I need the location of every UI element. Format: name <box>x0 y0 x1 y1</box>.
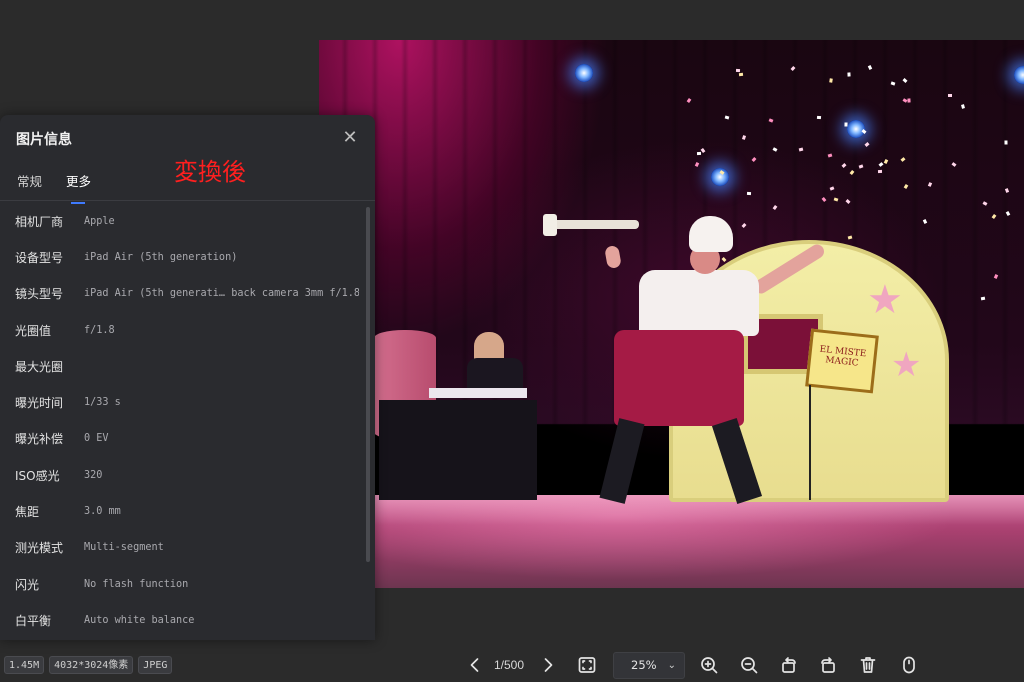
exif-key: 设备型号 <box>15 250 64 265</box>
rotate-right-icon <box>821 657 835 673</box>
confetti-piece <box>1004 140 1008 145</box>
exif-key: 光圈值 <box>15 323 52 338</box>
list-item: 光圈值 f/1.8 <box>0 312 365 348</box>
decorative-star: ★ <box>867 277 903 323</box>
exif-value: 1/33 s <box>84 397 121 409</box>
confetti-piece <box>844 122 848 127</box>
exif-key: 相机厂商 <box>15 214 64 229</box>
fit-screen-button[interactable] <box>574 652 600 678</box>
stage-floor <box>319 495 1024 588</box>
mouse-icon <box>903 656 915 674</box>
panel-title: 图片信息 <box>16 132 72 148</box>
list-item: 曝光时间 1/33 s <box>0 384 365 420</box>
tab-divider <box>0 200 375 201</box>
exif-value: 3.0 mm <box>84 506 121 518</box>
exif-value: iPad Air (5th generation) <box>84 251 238 263</box>
stage-keyboard <box>429 388 527 398</box>
list-item: 设备型号 iPad Air (5th generation) <box>0 239 365 275</box>
rotate-right-button[interactable] <box>815 652 841 678</box>
rotate-left-button[interactable] <box>776 652 802 678</box>
exif-key: 最大光圈 <box>15 359 64 374</box>
list-item: 白平衡 Auto white balance <box>0 602 365 638</box>
exif-value: 320 <box>84 469 103 481</box>
confetti-piece <box>878 170 883 174</box>
exif-value: No flash function <box>84 578 189 590</box>
stage-spotlight <box>575 64 593 82</box>
performer-shirt <box>639 270 759 336</box>
panel-scrollbar[interactable] <box>366 207 370 562</box>
list-item: 测光模式 Multi-segment <box>0 530 365 566</box>
decorative-star: ★ <box>891 345 922 385</box>
fit-screen-icon <box>578 657 596 673</box>
list-item: 最大光圈 <box>0 348 365 384</box>
zoom-level: 25% <box>631 658 657 672</box>
previous-button[interactable] <box>462 652 488 678</box>
stage-sign: EL MISTE MAGIC <box>805 328 879 394</box>
delete-icon <box>860 657 876 673</box>
confetti-piece <box>798 147 803 151</box>
zoom-select[interactable]: 25% ⌄ <box>613 652 685 679</box>
confetti-piece <box>738 72 744 76</box>
exif-key: 闪光 <box>15 577 40 592</box>
image-info-panel: 图片信息 ✕ 変換後 常规 更多 相机厂商 Apple 设备型号 iPad Air … <box>0 115 375 640</box>
exif-key: 曝光补偿 <box>15 432 64 447</box>
delete-button[interactable] <box>855 652 881 678</box>
chevron-left-icon <box>470 658 479 672</box>
exif-value: Auto white balance <box>84 614 195 626</box>
performer-apron <box>614 330 744 426</box>
file-status-bar: 1.45M 4032*3024像素 JPEG <box>4 656 173 674</box>
list-item: 相机厂商 Apple <box>0 203 365 239</box>
chevron-down-icon: ⌄ <box>667 660 676 671</box>
piano-table <box>379 400 537 500</box>
chevron-right-icon <box>544 658 553 672</box>
exif-value: iPad Air (5th generati… back camera 3mm … <box>84 288 359 300</box>
list-item: 镜头型号 iPad Air (5th generati… back camera … <box>0 276 365 312</box>
exif-key: 镜头型号 <box>15 287 64 302</box>
list-item: ISO感光 320 <box>0 457 365 493</box>
confetti-piece <box>746 191 752 196</box>
exif-key: 测光模式 <box>15 541 64 556</box>
close-icon[interactable]: ✕ <box>340 129 360 149</box>
file-size-badge: 1.45M <box>4 656 45 674</box>
next-button[interactable] <box>535 652 561 678</box>
confetti-piece <box>980 296 985 301</box>
overlay-label: 変換後 <box>174 158 246 186</box>
confetti-piece <box>847 72 851 77</box>
exif-key: 白平衡 <box>15 613 52 628</box>
zoom-in-button[interactable] <box>696 652 722 678</box>
exif-value: Multi-segment <box>84 542 164 554</box>
list-item: 闪光 No flash function <box>0 566 365 602</box>
exif-value: Apple <box>84 215 115 227</box>
zoom-in-icon <box>701 657 718 674</box>
rotate-left-icon <box>782 657 796 673</box>
zoom-out-icon <box>741 657 758 674</box>
confetti-piece <box>947 94 952 98</box>
zoom-out-button[interactable] <box>736 652 762 678</box>
confetti-piece <box>816 115 821 119</box>
exif-list: 相机厂商 Apple 设备型号 iPad Air (5th generation) … <box>0 203 365 639</box>
photo-viewer-image[interactable]: EL MISTE MAGIC ★ ★ <box>319 40 1024 588</box>
format-badge: JPEG <box>138 656 173 674</box>
exif-key: ISO感光 <box>15 468 60 483</box>
dimensions-badge: 4032*3024像素 <box>49 656 134 674</box>
mouse-mode-button[interactable] <box>896 652 922 678</box>
exif-value: 0 EV <box>84 433 109 445</box>
confetti-piece <box>828 78 833 83</box>
confetti-piece <box>736 69 741 73</box>
list-item: 焦距 3.0 mm <box>0 493 365 529</box>
exif-key: 曝光时间 <box>15 396 64 411</box>
exif-value: f/1.8 <box>84 324 115 336</box>
list-item: 曝光补偿 0 EV <box>0 421 365 457</box>
confetti-piece <box>696 152 701 156</box>
trumpet <box>543 214 639 236</box>
chef-hat <box>689 216 733 252</box>
page-count: 1/500 <box>494 658 525 672</box>
sign-easel <box>809 385 811 500</box>
exif-key: 焦距 <box>15 505 40 520</box>
